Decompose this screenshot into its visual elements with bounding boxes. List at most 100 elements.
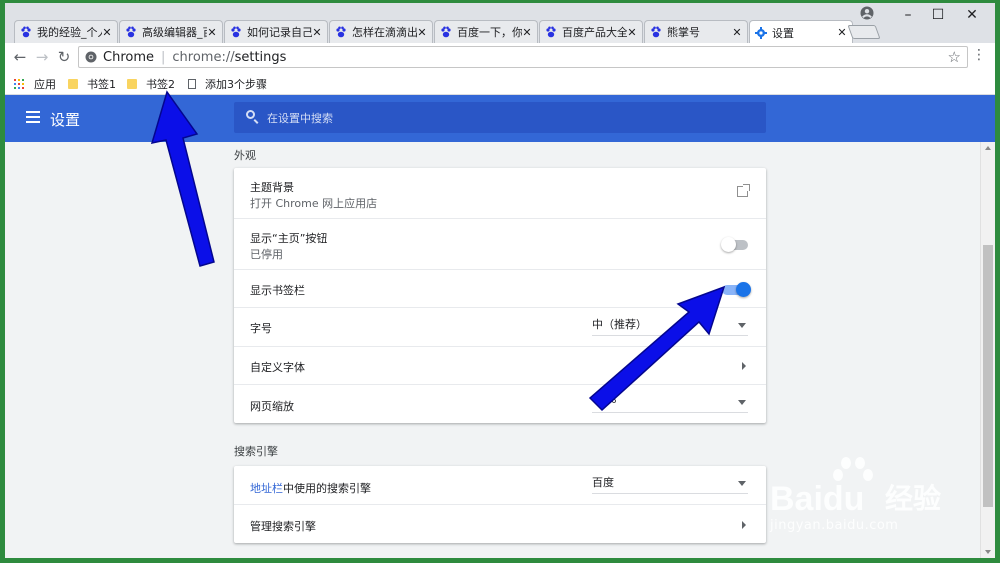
section-title-appearance: 外观 [234, 149, 256, 162]
close-icon[interactable]: ✕ [102, 26, 112, 39]
font-size-label: 字号 [250, 322, 272, 335]
tab-strip: 我的经验_个人 ✕ 高级编辑器_百 ✕ 如何记录自己 ✕ 怎样在滴滴出 ✕ 百度… [5, 3, 995, 44]
tab-title: 高级编辑器_百 [142, 26, 207, 39]
page-zoom-select[interactable]: % [592, 393, 748, 413]
page-icon [188, 79, 196, 89]
url-scheme: chrome:// [172, 49, 235, 65]
bookmarks-bar: 应用 书签1 书签2 添加3个步骤 [5, 71, 995, 95]
gear-icon [755, 26, 767, 39]
bookmark-star-icon[interactable]: ☆ [948, 48, 961, 66]
page-scrollbar[interactable] [980, 142, 995, 558]
baidu-paw-icon [126, 26, 136, 38]
search-engine-select[interactable]: 百度 [592, 474, 748, 494]
tab-1[interactable]: 我的经验_个人 ✕ [14, 20, 118, 43]
bookmarks-bar-label: 显示书签栏 [250, 284, 305, 297]
home-button-toggle[interactable] [721, 237, 748, 252]
baidu-paw-icon [231, 26, 241, 38]
close-icon[interactable]: ✕ [732, 26, 742, 39]
home-button-row[interactable]: 显示“主页”按钮 已停用 [234, 218, 766, 269]
watermark-url: jingyan.baidu.com [770, 518, 899, 533]
bookmark-label: 书签2 [146, 78, 175, 91]
close-icon[interactable]: ✕ [312, 26, 322, 39]
url-path: settings [234, 49, 287, 65]
tab-4[interactable]: 怎样在滴滴出 ✕ [329, 20, 433, 43]
search-engine-card: 地址栏中使用的搜索引擎 百度 管理搜索引擎 [234, 466, 766, 543]
bookmarks-bar-row[interactable]: 显示书签栏 [234, 269, 766, 307]
chrome-logo-icon [85, 51, 97, 63]
font-size-select[interactable]: 中（推荐） [592, 316, 748, 336]
tab-7[interactable]: 熊掌号 ✕ [644, 20, 748, 43]
page-zoom-row: 网页缩放 % [234, 384, 766, 423]
search-input[interactable] [267, 108, 747, 128]
chevron-right-icon [742, 362, 746, 370]
font-size-row: 字号 中（推荐） [234, 307, 766, 346]
search-engine-value: 百度 [592, 476, 614, 489]
forward-button[interactable]: → [32, 47, 52, 67]
back-button[interactable]: ← [10, 47, 30, 67]
close-icon[interactable]: ✕ [417, 26, 427, 39]
scroll-up-arrow-icon[interactable] [985, 146, 991, 150]
more-menu-icon[interactable]: ⋮ [969, 47, 989, 63]
baidu-paw-icon [21, 26, 31, 38]
tab-2[interactable]: 高级编辑器_百 ✕ [119, 20, 223, 43]
address-bar[interactable]: Chrome | chrome://settings ☆ [78, 46, 968, 68]
close-icon[interactable]: ✕ [837, 26, 847, 39]
search-engine-label: 地址栏中使用的搜索引擎 [250, 480, 371, 496]
custom-fonts-row[interactable]: 自定义字体 [234, 346, 766, 384]
new-tab-button[interactable] [847, 25, 881, 39]
close-icon[interactable]: ✕ [522, 26, 532, 39]
appearance-card: 主题背景 打开 Chrome 网上应用店 显示“主页”按钮 已停用 显示书签栏 … [234, 168, 766, 423]
address-bar-link[interactable]: 地址栏 [250, 482, 283, 495]
bookmark-label: 添加3个步骤 [205, 78, 267, 91]
manage-search-engines-label: 管理搜索引擎 [250, 520, 316, 533]
scrollbar-thumb[interactable] [983, 245, 993, 507]
dropdown-arrow-icon [738, 323, 746, 328]
open-in-new-icon[interactable] [737, 184, 750, 197]
font-size-value: 中（推荐） [592, 318, 647, 331]
tab-5[interactable]: 百度一下，你 ✕ [434, 20, 538, 43]
minimize-button[interactable]: – [893, 7, 923, 23]
tab-title: 我的经验_个人 [37, 26, 102, 39]
bookmarks-bar-toggle[interactable] [722, 282, 751, 297]
page-zoom-value: % [606, 393, 617, 406]
home-button-label: 显示“主页”按钮 [250, 232, 328, 245]
theme-row[interactable]: 主题背景 打开 Chrome 网上应用店 [234, 168, 766, 218]
bookmark-page[interactable]: 添加3个步骤 [188, 76, 267, 92]
folder-icon [68, 79, 78, 89]
baidu-paw-icon [336, 26, 346, 38]
bookmark-label: 书签1 [87, 78, 116, 91]
url-text: chrome://settings [172, 50, 286, 65]
close-icon[interactable]: ✕ [207, 26, 217, 39]
theme-label: 主题背景 [250, 181, 294, 194]
tab-3[interactable]: 如何记录自己 ✕ [224, 20, 328, 43]
settings-search[interactable] [234, 102, 766, 133]
search-engine-label-rest: 中使用的搜索引擎 [283, 482, 371, 495]
scroll-down-arrow-icon[interactable] [985, 550, 991, 554]
search-icon [246, 110, 255, 119]
divider: | [161, 49, 166, 65]
close-icon[interactable]: ✕ [627, 26, 637, 39]
bookmark-folder-2[interactable]: 书签2 [127, 76, 175, 92]
dropdown-arrow-icon [738, 400, 746, 405]
dropdown-arrow-icon [738, 481, 746, 486]
close-window-button[interactable]: ✕ [957, 7, 987, 23]
section-title-search-engine: 搜索引擎 [234, 445, 278, 458]
profile-icon[interactable] [860, 6, 874, 20]
reload-button[interactable]: ↻ [54, 47, 74, 67]
tab-title: 如何记录自己 [247, 26, 312, 39]
theme-sublabel: 打开 Chrome 网上应用店 [250, 197, 378, 210]
tab-settings[interactable]: 设置 ✕ [749, 20, 853, 44]
custom-fonts-label: 自定义字体 [250, 361, 305, 374]
bookmark-apps[interactable]: 应用 [14, 76, 56, 92]
hamburger-menu-icon[interactable] [26, 111, 40, 123]
baidu-paw-icon [651, 26, 661, 38]
page-title: 设置 [50, 111, 81, 129]
tab-title: 设置 [772, 26, 794, 40]
tab-title: 怎样在滴滴出 [352, 26, 417, 39]
settings-header: 设置 [5, 95, 995, 142]
maximize-button[interactable]: ☐ [923, 7, 953, 23]
manage-search-engines-row[interactable]: 管理搜索引擎 [234, 504, 766, 543]
watermark-suffix: 经验 [885, 482, 941, 515]
bookmark-folder-1[interactable]: 书签1 [68, 76, 116, 92]
tab-6[interactable]: 百度产品大全 ✕ [539, 20, 643, 43]
